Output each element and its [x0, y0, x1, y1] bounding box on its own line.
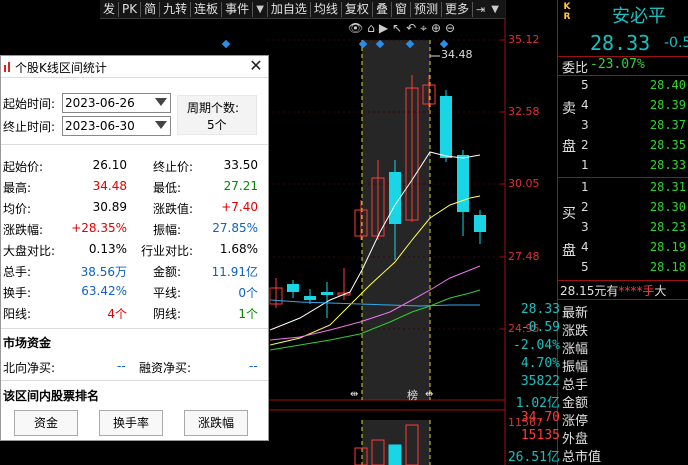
bid-row[interactable]: 2 28.30 — [578, 200, 688, 219]
stock-change: -0.5 — [664, 35, 688, 51]
toolbar-item-add-watchlist[interactable]: 加自选 — [268, 1, 311, 17]
rank-turnover-button[interactable]: 换手率 — [99, 410, 163, 436]
range-marker[interactable]: 榜 — [407, 387, 418, 403]
big-order-line: 28.15元有****手大 — [560, 284, 667, 298]
rank-change-button[interactable]: 涨跌幅 — [184, 410, 248, 436]
exit-icon[interactable]: ⇥ — [473, 2, 488, 17]
kr-marker: KR — [563, 2, 571, 22]
toolbar-item-window[interactable]: 窗 — [392, 1, 411, 17]
margin-buy-value: -- — [249, 359, 258, 373]
north-buy-value: -- — [117, 359, 126, 373]
end-time-label: 终止时间: — [3, 120, 56, 134]
ask-row[interactable]: 1 28.33 — [578, 158, 688, 177]
rank-capital-button[interactable]: 资金 — [14, 410, 78, 436]
price-tick: 32.58 — [508, 105, 540, 118]
start-time-select[interactable]: 2023-06-26 — [62, 93, 171, 113]
ask-row[interactable]: 5 28.40 — [578, 78, 688, 97]
toolbar-item-ma[interactable]: 均线 — [311, 1, 342, 17]
sell-side-label: 盘 — [562, 139, 576, 155]
price-tick: 35.12 — [508, 33, 540, 46]
bid-row[interactable]: 1 28.31 — [578, 180, 688, 199]
chevron-down-icon — [155, 98, 167, 106]
price-tick: 27.48 — [508, 250, 540, 263]
toolbar-item-lianban[interactable]: 连板 — [191, 1, 223, 17]
toolbar-item-more[interactable]: 更多 — [442, 1, 473, 17]
margin-buy-label: 融资净买: — [139, 361, 192, 375]
stock-price: 28.33 — [590, 31, 651, 55]
dialog-title: 个股K线区间统计 — [15, 61, 107, 75]
ask-row[interactable]: 2 28.35 — [578, 138, 688, 157]
toolbar-item-events[interactable]: 事件 — [222, 1, 254, 17]
ask-row[interactable]: 4 28.39 — [578, 98, 688, 117]
toolbar-item-overlay[interactable]: 叠 — [373, 1, 392, 17]
candle-body-down — [474, 215, 486, 232]
zoom-out-icon[interactable]: ⊖ — [445, 21, 455, 35]
start-time-label: 起始时间: — [3, 97, 56, 111]
chart-tools: 👁 ⌂ ▶ ↖ ↶ ⌖ ⊕ ⊖ — [348, 21, 488, 37]
buy-side-label: 盘 — [562, 243, 576, 259]
eye-icon[interactable]: 👁 — [348, 21, 363, 35]
candle-body-down — [321, 292, 333, 295]
north-buy-label: 北向净买: — [3, 361, 56, 375]
dialog-titlebar[interactable]: 个股K线区间统计 ✕ — [1, 56, 268, 78]
toolbar-item-fa[interactable]: 发 — [100, 1, 120, 17]
period-count-box: 周期个数: 5个 — [177, 95, 257, 135]
price-tick: 30.05 — [508, 177, 540, 190]
toolbar-item-forecast[interactable]: 预测 — [411, 1, 442, 17]
candle-body-down — [304, 296, 316, 300]
stock-name: 安必平 — [612, 6, 666, 27]
undo-icon[interactable]: ↶ — [406, 21, 416, 35]
stock-chart-window: 发 PK 简 九转 连板 事件 ▼ 加自选 均线 复权 叠 窗 预测 更多 ⇥ … — [0, 0, 688, 465]
buy-side-label: 买 — [562, 206, 576, 222]
bid-row[interactable]: 3 28.23 — [578, 220, 688, 239]
chart-bars-icon — [4, 62, 10, 72]
dropdown-arrow-icon[interactable]: ▼ — [253, 1, 268, 17]
range-left-handle-icon[interactable]: ⇹ — [350, 389, 358, 400]
end-time-select[interactable]: 2023-06-30 — [62, 116, 171, 136]
period-count-value: 5个 — [207, 118, 227, 132]
range-stats-dialog: 个股K线区间统计 ✕ 起始时间: 2023-06-26 终止时间: 2023-0… — [0, 55, 269, 441]
event-diamond-icon — [439, 39, 449, 49]
candle-body-down — [457, 155, 469, 212]
candle-body-down — [440, 96, 452, 158]
range-right-handle-icon[interactable]: ⇹ — [425, 389, 433, 400]
toolbar-item-pk[interactable]: PK — [119, 1, 142, 17]
sell-side-label: 卖 — [562, 101, 576, 117]
chart-toolbar: 发 PK 简 九转 连板 事件 ▼ 加自选 均线 复权 叠 窗 预测 更多 ⇥ … — [100, 0, 505, 19]
close-icon[interactable]: ✕ — [247, 58, 265, 76]
period-count-label: 周期个数: — [187, 101, 240, 115]
dropdown-arrow-icon-2[interactable]: ▼ — [488, 2, 502, 17]
play-icon[interactable]: ▶ — [379, 21, 388, 35]
zoom-in-icon[interactable]: ⊕ — [431, 21, 441, 35]
toolbar-item-adjust[interactable]: 复权 — [342, 1, 373, 17]
bid-row[interactable]: 5 28.18 — [578, 260, 688, 279]
high-price-label: 34.48 — [441, 48, 473, 61]
chevron-down-icon — [155, 121, 167, 129]
candle-body-down — [287, 284, 299, 292]
bid-row[interactable]: 4 28.19 — [578, 240, 688, 259]
pointer-icon[interactable]: ↖ — [392, 21, 402, 35]
rank-section-title: 该区间内股票排名 — [3, 389, 100, 403]
volume-bar — [388, 444, 402, 465]
bank-icon[interactable]: ⌂ — [367, 21, 375, 35]
toolbar-item-jiuzhuan[interactable]: 九转 — [160, 1, 192, 17]
cross-icon[interactable]: ⌖ — [420, 21, 427, 35]
toolbar-item-simple[interactable]: 简 — [141, 1, 161, 17]
event-diamond-icon — [221, 39, 231, 49]
ask-row[interactable]: 3 28.37 — [578, 118, 688, 137]
capital-section-title: 市场资金 — [3, 336, 52, 350]
